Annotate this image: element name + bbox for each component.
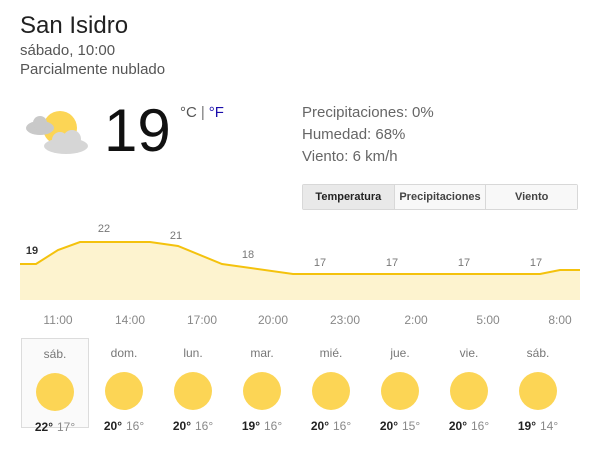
day-temps: 19° 16° bbox=[228, 419, 296, 433]
x-tick-label: 14:00 bbox=[115, 313, 145, 327]
day-temps: 20° 16° bbox=[90, 419, 158, 433]
low-temp: 16° bbox=[126, 419, 145, 433]
humidity-detail: Humedad: 68% bbox=[302, 126, 406, 143]
fahrenheit-link[interactable]: °F bbox=[209, 104, 224, 121]
forecast-day[interactable]: vie. 20° 16° bbox=[435, 338, 503, 433]
celsius-unit: °C bbox=[180, 104, 197, 121]
date-time: sábado, 10:00 bbox=[20, 42, 116, 59]
day-name: mié. bbox=[319, 346, 343, 360]
x-tick-label: 5:00 bbox=[476, 313, 500, 327]
data-label: 17 bbox=[458, 257, 470, 269]
forecast-day[interactable]: mié. 20° 16° bbox=[297, 338, 365, 433]
unit-toggle: °C | °F bbox=[180, 104, 224, 121]
sun-icon bbox=[174, 372, 212, 410]
day-temps: 22° 17° bbox=[22, 420, 88, 434]
data-label: 18 bbox=[242, 249, 254, 261]
day-name: vie. bbox=[459, 346, 479, 360]
day-name: sáb. bbox=[43, 347, 67, 361]
day-temps: 19° 14° bbox=[504, 419, 572, 433]
wind-detail: Viento: 6 km/h bbox=[302, 148, 398, 165]
tab-temperatura[interactable]: Temperatura bbox=[303, 185, 395, 209]
sun-icon bbox=[381, 372, 419, 410]
forecast-day[interactable]: lun. 20° 16° bbox=[159, 338, 227, 433]
x-tick-label: 8:00 bbox=[548, 313, 572, 327]
forecast-day[interactable]: sáb. 19° 14° bbox=[504, 338, 572, 433]
location-name: San Isidro bbox=[20, 12, 129, 39]
chart-area bbox=[20, 242, 580, 300]
temperature-chart: 19 22 21 18 17 17 17 17 11:00 14:00 17:00 20:00 23:0… bbox=[20, 223, 580, 327]
forecast-day[interactable]: dom. 20° 16° bbox=[90, 338, 158, 433]
sun-icon bbox=[312, 372, 350, 410]
day-name: jue. bbox=[390, 346, 410, 360]
condition: Parcialmente nublado bbox=[20, 61, 166, 78]
low-temp: 14° bbox=[540, 419, 559, 433]
sun-icon bbox=[243, 372, 281, 410]
day-name: sáb. bbox=[526, 346, 550, 360]
high-temp: 20° bbox=[448, 419, 467, 433]
x-tick-label: 20:00 bbox=[258, 313, 288, 327]
forecast-day[interactable]: mar. 19° 16° bbox=[228, 338, 296, 433]
tab-viento[interactable]: Viento bbox=[486, 185, 578, 209]
day-temps: 20° 15° bbox=[366, 419, 434, 433]
data-label: 17 bbox=[530, 257, 542, 269]
sun-icon bbox=[36, 373, 74, 411]
x-tick-label: 11:00 bbox=[43, 313, 72, 327]
low-temp: 16° bbox=[471, 419, 490, 433]
low-temp: 15° bbox=[402, 419, 421, 433]
day-name: lun. bbox=[183, 346, 203, 360]
high-temp: 20° bbox=[310, 419, 329, 433]
high-temp: 19° bbox=[241, 419, 260, 433]
sun-icon bbox=[450, 372, 488, 410]
partly-cloudy-icon bbox=[26, 111, 88, 154]
current-temperature: 19 bbox=[104, 97, 171, 164]
day-temps: 20° 16° bbox=[435, 419, 503, 433]
low-temp: 17° bbox=[57, 420, 76, 434]
x-tick-label: 2:00 bbox=[404, 313, 428, 327]
high-temp: 22° bbox=[34, 420, 53, 434]
x-tick-label: 23:00 bbox=[330, 313, 360, 327]
day-temps: 20° 16° bbox=[159, 419, 227, 433]
low-temp: 16° bbox=[333, 419, 352, 433]
unit-separator: | bbox=[200, 104, 205, 121]
chart-tabs: Temperatura Precipitaciones Viento bbox=[302, 184, 578, 210]
day-name: mar. bbox=[250, 346, 274, 360]
data-label: 17 bbox=[314, 257, 326, 269]
data-label: 21 bbox=[170, 230, 182, 242]
x-tick-label: 17:00 bbox=[187, 313, 217, 327]
forecast-day[interactable]: jue. 20° 15° bbox=[366, 338, 434, 433]
sun-icon bbox=[519, 372, 557, 410]
high-temp: 20° bbox=[379, 419, 398, 433]
day-temps: 20° 16° bbox=[297, 419, 365, 433]
data-label: 22 bbox=[98, 223, 110, 235]
data-label: 17 bbox=[386, 257, 398, 269]
data-label: 19 bbox=[26, 245, 38, 257]
forecast-day[interactable]: sáb. 22° 17° bbox=[21, 338, 89, 434]
day-name: dom. bbox=[110, 346, 138, 360]
low-temp: 16° bbox=[264, 419, 283, 433]
tab-precipitaciones[interactable]: Precipitaciones bbox=[394, 185, 487, 209]
high-temp: 19° bbox=[517, 419, 536, 433]
high-temp: 20° bbox=[103, 419, 122, 433]
sun-icon bbox=[105, 372, 143, 410]
high-temp: 20° bbox=[172, 419, 191, 433]
precipitation-detail: Precipitaciones: 0% bbox=[302, 104, 434, 121]
low-temp: 16° bbox=[195, 419, 214, 433]
